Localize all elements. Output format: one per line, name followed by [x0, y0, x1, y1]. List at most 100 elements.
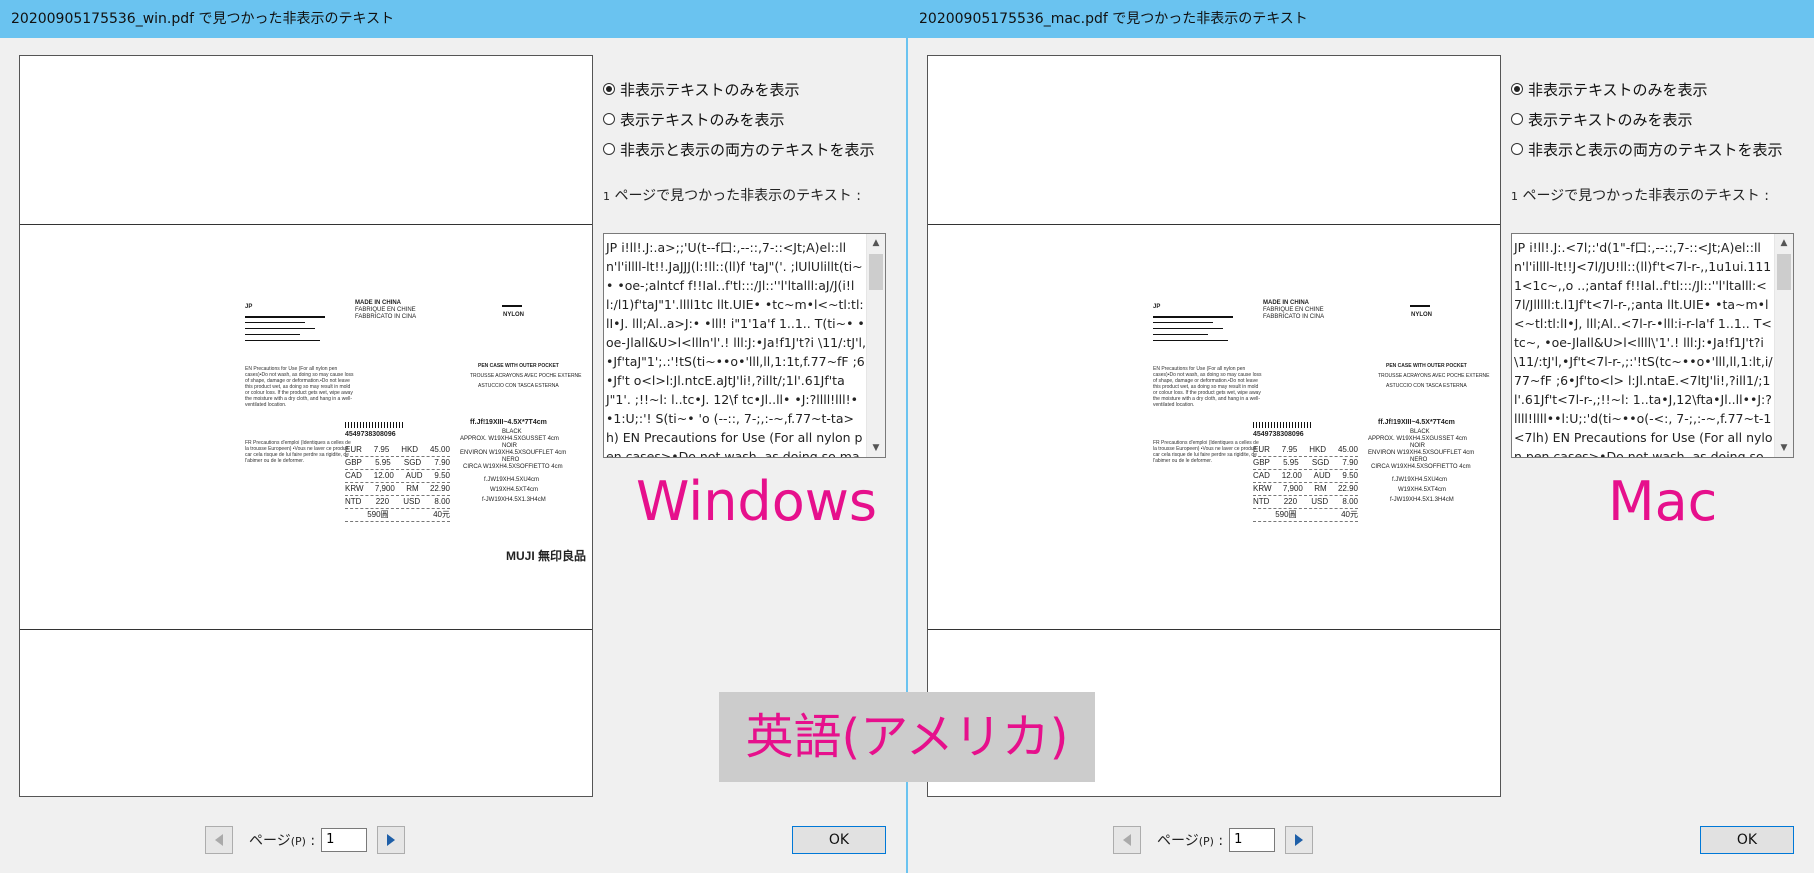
- scrollbar-thumb[interactable]: [869, 254, 883, 290]
- hidden-text-box[interactable]: JP i!ll!.J:.<7l;:'d(1"-f口:,--::,7-::<Jt;…: [1511, 233, 1794, 458]
- hidden-text-box[interactable]: JP i!ll!.J:.a>;;'U(t--f口:,--::,7-::<Jt;A…: [603, 233, 886, 458]
- radio-hidden-only[interactable]: 非表示テキストのみを表示: [603, 74, 875, 104]
- doc-black-bar: [1410, 305, 1430, 307]
- vertical-scrollbar[interactable]: ▲ ▼: [866, 234, 885, 457]
- display-mode-radio-group: 非表示テキストのみを表示 表示テキストのみを表示 非表示と表示の両方のテキストを…: [603, 74, 875, 164]
- next-page-button[interactable]: [377, 826, 406, 854]
- document-thumbnail: JP MADE IN CHINA FABRIQUE EN CHINE FABBR…: [220, 246, 590, 606]
- ok-button[interactable]: OK: [1700, 826, 1794, 854]
- doc-approx: APPROX. W19XH4.5XGUSSET 4cm: [1368, 436, 1467, 442]
- radio-hidden-and-visible[interactable]: 非表示と表示の両方のテキストを表示: [1511, 134, 1783, 164]
- locale-overlay-label: 英語(アメリカ): [719, 692, 1095, 782]
- page-number-input[interactable]: 1: [321, 828, 368, 852]
- price-row: KRW 7,900 RM 22.90: [345, 483, 450, 496]
- display-mode-radio-group: 非表示テキストのみを表示 表示テキストのみを表示 非表示と表示の両方のテキストを…: [1511, 74, 1783, 164]
- doc-nylon: NYLON: [1411, 312, 1432, 318]
- prev-page-button[interactable]: [205, 826, 233, 854]
- scrollbar-thumb[interactable]: [1777, 254, 1791, 290]
- vertical-scrollbar[interactable]: ▲ ▼: [1774, 234, 1793, 457]
- radio-label: 表示テキストのみを表示: [1528, 110, 1693, 129]
- price-row: GBP 5.95 SGD 7.90: [1253, 457, 1358, 470]
- radio-label: 非表示と表示の両方のテキストを表示: [620, 140, 875, 159]
- page-navigator: ページ(P) : 1: [1113, 826, 1314, 854]
- doc-color: BLACK: [502, 429, 522, 435]
- doc-jp-garbled-line: [245, 322, 305, 323]
- doc-dim: f.JW19XH4.5XU4cm: [484, 477, 540, 483]
- found-page-number: 1: [603, 190, 610, 203]
- doc-jp-garbled-line: [245, 334, 300, 335]
- doc-pen-case-title: PEN CASE WITH OUTER POCKET: [478, 363, 559, 369]
- doc-jp-garbled-line: [1153, 340, 1228, 341]
- radio-dot-icon: [603, 143, 615, 155]
- price-row: CAD 12.00 AUD 9.50: [345, 470, 450, 483]
- found-text-label: 1 ページで見つかった非表示のテキスト :: [1511, 185, 1769, 205]
- triangle-right-icon: [1295, 834, 1304, 846]
- preview-divider: [928, 224, 1500, 225]
- doc-jp-garbled-line: [1153, 316, 1233, 318]
- doc-barcode-number: 4549738308096: [1253, 431, 1304, 438]
- doc-jp-garbled-line: [1153, 334, 1208, 335]
- page-preview: JP MADE IN CHINA FABRIQUE EN CHINE FABBR…: [19, 55, 593, 797]
- radio-dot-icon: [1511, 113, 1523, 125]
- radio-hidden-and-visible[interactable]: 非表示と表示の両方のテキストを表示: [603, 134, 875, 164]
- doc-pen-case-it: ASTUCCIO CON TASCA ESTERNA: [1386, 383, 1467, 389]
- chevron-up-icon[interactable]: ▲: [1775, 234, 1793, 252]
- doc-dim: f-JW19XH4.5X1.3H4cM: [1390, 497, 1454, 503]
- doc-environ: ENVIRON W19XH4.5XSOUFFLET 4cm: [460, 450, 567, 456]
- dialog-title: 20200905175536_mac.pdf で見つかった非表示のテキスト: [908, 0, 1814, 38]
- doc-jp-label: JP: [245, 304, 253, 310]
- radio-hidden-only[interactable]: 非表示テキストのみを表示: [1511, 74, 1783, 104]
- hidden-text-content: JP i!ll!.J:.<7l;:'d(1"-f口:,--::,7-::<Jt;…: [1514, 240, 1773, 457]
- radio-visible-only[interactable]: 表示テキストのみを表示: [603, 104, 875, 134]
- radio-dot-icon: [1511, 143, 1523, 155]
- next-page-button[interactable]: [1285, 826, 1314, 854]
- page-number-input[interactable]: 1: [1229, 828, 1276, 852]
- doc-approx: APPROX. W19XH4.5XGUSSET 4cm: [460, 436, 559, 442]
- doc-noir: NOIR: [502, 443, 517, 449]
- preview-divider: [928, 629, 1500, 630]
- chevron-down-icon[interactable]: ▼: [1775, 439, 1793, 457]
- chevron-down-icon[interactable]: ▼: [867, 439, 885, 457]
- ok-button[interactable]: OK: [792, 826, 886, 854]
- doc-made-in: FABRIQUE EN CHINE: [355, 307, 416, 313]
- doc-black-bar: [502, 305, 522, 307]
- doc-made-in: FABBRICATO IN CINA: [1263, 314, 1325, 320]
- price-row: NTD 220 USD 8.00: [345, 496, 450, 509]
- price-row: 590圓 40元: [345, 509, 450, 522]
- page-label: ページ(P) :: [1157, 833, 1224, 849]
- doc-jp-garbled-line: [245, 316, 325, 318]
- doc-dim: f-JW19XH4.5X1.3H4cM: [482, 497, 546, 503]
- found-text-caption: ページで見つかった非表示のテキスト :: [610, 188, 861, 204]
- doc-precautions-en: EN Precautions for Use (For all nylon pe…: [245, 366, 354, 408]
- doc-size: ff.Jf!19XIII~4.5X*7T4cm: [1378, 419, 1455, 426]
- triangle-left-icon: [1123, 834, 1131, 846]
- preview-divider: [20, 224, 592, 225]
- radio-label: 表示テキストのみを表示: [620, 110, 785, 129]
- doc-made-in: MADE IN CHINA: [1263, 300, 1309, 306]
- doc-circa: CIRCA W19XH4.5XSOFFIETTO 4cm: [463, 464, 563, 470]
- price-row: EUR 7.95 HKD 45.00: [1253, 444, 1358, 457]
- doc-nero: NERO: [1410, 457, 1428, 463]
- page-navigator: ページ(P) : 1: [205, 826, 406, 854]
- doc-pen-case-fr: TROUSSE ACRAYONS AVEC POCHE EXTERNE: [1378, 373, 1490, 379]
- page-label: ページ(P) :: [249, 833, 316, 849]
- price-row: NTD 220 USD 8.00: [1253, 496, 1358, 509]
- radio-dot-icon: [1511, 83, 1523, 95]
- doc-price-table: EUR 7.95 HKD 45.00 GBP 5.95 SGD 7.90 CAD 12.00 A…: [345, 444, 450, 522]
- doc-pen-case-it: ASTUCCIO CON TASCA ESTERNA: [478, 383, 559, 389]
- doc-price-table: EUR 7.95 HKD 45.00 GBP 5.95 SGD 7.90 CAD 12.00 A…: [1253, 444, 1358, 522]
- chevron-up-icon[interactable]: ▲: [867, 234, 885, 252]
- doc-made-in: MADE IN CHINA: [355, 300, 401, 306]
- found-text-label: 1 ページで見つかった非表示のテキスト :: [603, 185, 861, 205]
- found-page-number: 1: [1511, 190, 1518, 203]
- price-row: GBP 5.95 SGD 7.90: [345, 457, 450, 470]
- radio-visible-only[interactable]: 表示テキストのみを表示: [1511, 104, 1783, 134]
- prev-page-button[interactable]: [1113, 826, 1141, 854]
- hidden-text-content: JP i!ll!.J:.a>;;'U(t--f口:,--::,7-::<Jt;A…: [606, 240, 866, 457]
- radio-label: 非表示と表示の両方のテキストを表示: [1528, 140, 1783, 159]
- triangle-left-icon: [215, 834, 223, 846]
- price-row: KRW 7,900 RM 22.90: [1253, 483, 1358, 496]
- doc-color: BLACK: [1410, 429, 1430, 435]
- doc-noir: NOIR: [1410, 443, 1425, 449]
- preview-divider: [20, 629, 592, 630]
